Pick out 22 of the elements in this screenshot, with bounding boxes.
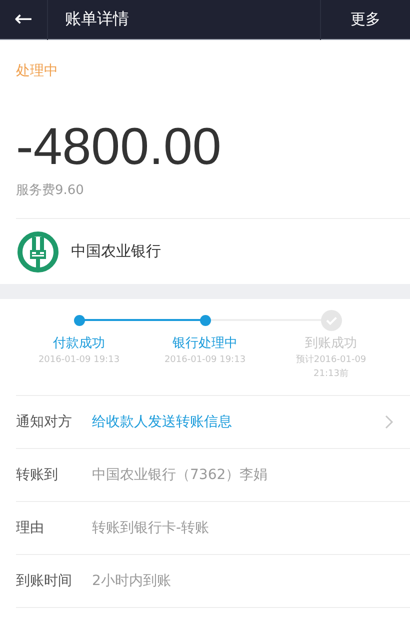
- step-time: 2016-01-09 19:13: [163, 354, 247, 367]
- row-value: 中国农业银行（7362）李娟: [92, 466, 269, 484]
- chevron-right-icon: [384, 414, 394, 430]
- notify-row[interactable]: 通知对方 给收款人发送转账信息: [16, 396, 410, 449]
- step-label: 付款成功: [53, 335, 105, 353]
- row-value: 给收款人发送转账信息: [92, 413, 233, 431]
- bank-name: 中国农业银行: [71, 242, 161, 261]
- page-title: 账单详情: [64, 9, 130, 30]
- row-label: 转账到: [16, 466, 59, 484]
- bank-logo-icon: [17, 230, 59, 272]
- status-label: 处理中: [16, 62, 59, 81]
- amount: -4800.00: [16, 117, 222, 177]
- row-value: 2小时内到账: [92, 572, 172, 590]
- row-label: 通知对方: [16, 413, 73, 431]
- row-value: 转账到银行卡-转账: [92, 519, 210, 537]
- service-fee: 服务费9.60: [16, 182, 85, 200]
- step-time: 预计2016-01-09 21:13前: [294, 354, 368, 381]
- row-label: 到账时间: [16, 572, 73, 590]
- step-time: 2016-01-09 19:13: [37, 354, 121, 367]
- step-label: 到账成功: [305, 335, 357, 353]
- step-label: 银行处理中: [172, 335, 238, 353]
- row-label: 理由: [16, 519, 45, 537]
